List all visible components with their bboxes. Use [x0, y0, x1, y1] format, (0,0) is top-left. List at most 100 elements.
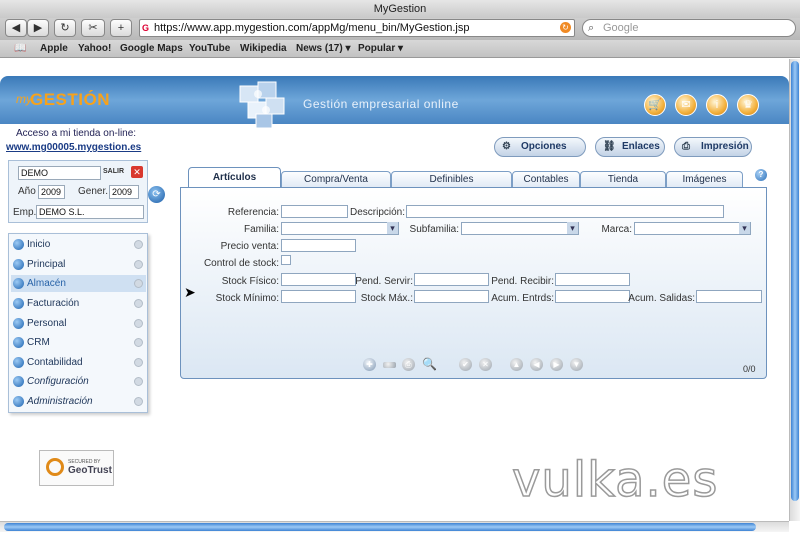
- horizontal-scrollbar[interactable]: [0, 521, 789, 532]
- opciones-button[interactable]: ⚙ Opciones: [494, 137, 586, 157]
- add-bookmark-button[interactable]: +: [110, 19, 132, 37]
- arrow-right-icon: [13, 298, 24, 309]
- printer-icon: ⎙: [682, 141, 690, 152]
- shop-link[interactable]: www.mg00005.mygestion.es: [6, 142, 141, 153]
- accept-icon[interactable]: ✔: [459, 358, 472, 371]
- bookmark-google-maps[interactable]: Google Maps: [120, 43, 183, 54]
- arrow-right-icon: [13, 376, 24, 387]
- control-stock-checkbox[interactable]: [281, 255, 291, 265]
- remove-icon[interactable]: [383, 362, 396, 368]
- tab-articulos[interactable]: Artículos: [188, 167, 281, 188]
- previous-record-icon[interactable]: ◀: [530, 358, 543, 371]
- enlaces-button[interactable]: ⛓ Enlaces: [595, 137, 665, 157]
- stock-minimo-label: Stock Mínimo:: [215, 293, 279, 304]
- tab-compra-venta[interactable]: Compra/Venta: [281, 171, 391, 188]
- trophy-icon[interactable]: ♛: [737, 94, 759, 116]
- main-menu: Inicio Principal Almacén Facturación Per…: [8, 233, 148, 413]
- cart-icon[interactable]: 🛒: [644, 94, 666, 116]
- stock-minimo-field[interactable]: [281, 290, 356, 303]
- print-icon[interactable]: ⎙: [402, 358, 415, 371]
- stock-fisico-field[interactable]: [281, 273, 356, 286]
- vertical-scrollbar[interactable]: [789, 59, 800, 521]
- app-header: my GESTIÓN Gestión empresarial online 🛒 …: [0, 76, 789, 129]
- bookmark-news[interactable]: News (17) ▾: [296, 43, 351, 54]
- bookmark-yahoo[interactable]: Yahoo!: [78, 43, 111, 54]
- gener-field[interactable]: 2009: [109, 185, 139, 199]
- chevron-icon: [134, 240, 143, 249]
- menu-item-inicio[interactable]: Inicio: [11, 236, 146, 253]
- cancel-icon[interactable]: ✕: [479, 358, 492, 371]
- familia-label: Familia:: [243, 224, 279, 235]
- ano-field[interactable]: 2009: [38, 185, 65, 199]
- geotrust-seal[interactable]: SECURED BY GeoTrust: [39, 450, 114, 486]
- bookmarks-book-icon[interactable]: 📖: [14, 43, 26, 54]
- search-input[interactable]: ⌕ Google: [582, 19, 796, 37]
- info-icon[interactable]: i: [706, 94, 728, 116]
- horizontal-scroll-thumb[interactable]: [4, 523, 756, 531]
- search-record-icon[interactable]: 🔍: [422, 358, 437, 371]
- bookmark-popular[interactable]: Popular ▾: [358, 43, 403, 54]
- menu-item-personal[interactable]: Personal: [11, 315, 146, 332]
- pend-recibir-field[interactable]: [555, 273, 630, 286]
- stock-fisico-label: Stock Físico:: [221, 276, 279, 287]
- url-bar[interactable]: G https://www.app.mygestion.com/appMg/me…: [139, 19, 575, 37]
- menu-item-principal[interactable]: Principal: [11, 256, 146, 273]
- forward-button[interactable]: ▶: [27, 19, 49, 37]
- mail-icon[interactable]: ✉: [675, 94, 697, 116]
- tab-imagenes[interactable]: Imágenes: [666, 171, 743, 188]
- add-icon[interactable]: ✚: [363, 358, 376, 371]
- bookmarks-bar: 📖 Apple Yahoo! Google Maps YouTube Wikip…: [0, 40, 800, 58]
- vulka-watermark: vulka.es: [511, 451, 719, 509]
- marca-select[interactable]: [634, 222, 751, 235]
- precio-venta-field[interactable]: [281, 239, 356, 252]
- first-record-icon[interactable]: ▲: [510, 358, 523, 371]
- bookmark-youtube[interactable]: YouTube: [189, 43, 230, 54]
- menu-item-configuracion[interactable]: Configuración: [11, 373, 146, 390]
- marca-label: Marca:: [601, 224, 632, 235]
- menu-item-facturacion[interactable]: Facturación: [11, 295, 146, 312]
- referencia-label: Referencia:: [227, 207, 279, 218]
- control-stock-label: Control de stock:: [203, 258, 279, 269]
- help-icon[interactable]: ?: [755, 169, 767, 181]
- reload-button[interactable]: ↻: [54, 19, 76, 37]
- acum-salidas-field[interactable]: [696, 290, 762, 303]
- session-box: DEMO SALIR ✕ Año 2009 Gener. 2009 Emp. D…: [8, 160, 148, 223]
- chevron-icon: [134, 279, 143, 288]
- menu-item-administracion[interactable]: Administración: [11, 393, 146, 410]
- bookmark-apple[interactable]: Apple: [40, 43, 68, 54]
- back-button[interactable]: ◀: [5, 19, 27, 37]
- snapback-icon[interactable]: ↻: [560, 22, 571, 33]
- chevron-icon: [134, 377, 143, 386]
- next-record-icon[interactable]: ▶: [550, 358, 563, 371]
- subfamilia-select[interactable]: [461, 222, 579, 235]
- last-record-icon[interactable]: ▼: [570, 358, 583, 371]
- menu-item-almacen[interactable]: Almacén: [11, 275, 146, 292]
- referencia-field[interactable]: [281, 205, 348, 218]
- tab-definibles[interactable]: Definibles: [391, 171, 512, 188]
- menu-item-crm[interactable]: CRM: [11, 334, 146, 351]
- pend-servir-field[interactable]: [414, 273, 489, 286]
- menu-item-contabilidad[interactable]: Contabilidad: [11, 354, 146, 371]
- stock-max-field[interactable]: [414, 290, 489, 303]
- bookmark-wikipedia[interactable]: Wikipedia: [240, 43, 287, 54]
- logo: GESTIÓN: [30, 90, 111, 109]
- familia-select[interactable]: [281, 222, 399, 235]
- emp-field[interactable]: DEMO S.L.: [36, 205, 144, 219]
- descripcion-field[interactable]: [406, 205, 724, 218]
- impresion-button[interactable]: ⎙ Impresión: [674, 137, 752, 157]
- options-icon: ⚙: [502, 141, 511, 152]
- arrow-right-icon: [13, 239, 24, 250]
- salir-label[interactable]: SALIR: [103, 168, 124, 175]
- vertical-scroll-thumb[interactable]: [791, 61, 799, 501]
- close-icon[interactable]: ✕: [131, 166, 143, 178]
- tab-contables[interactable]: Contables: [512, 171, 580, 188]
- user-field[interactable]: DEMO: [18, 166, 101, 180]
- screenshot-button[interactable]: ✂: [81, 19, 105, 37]
- arrow-right-icon: [13, 318, 24, 329]
- refresh-icon[interactable]: ⟳: [148, 186, 165, 203]
- chevron-icon: [134, 338, 143, 347]
- tab-tienda[interactable]: Tienda: [580, 171, 666, 188]
- acum-entrds-field[interactable]: [555, 290, 630, 303]
- precio-venta-label: Precio venta:: [220, 241, 279, 252]
- puzzle-icon: [239, 81, 285, 129]
